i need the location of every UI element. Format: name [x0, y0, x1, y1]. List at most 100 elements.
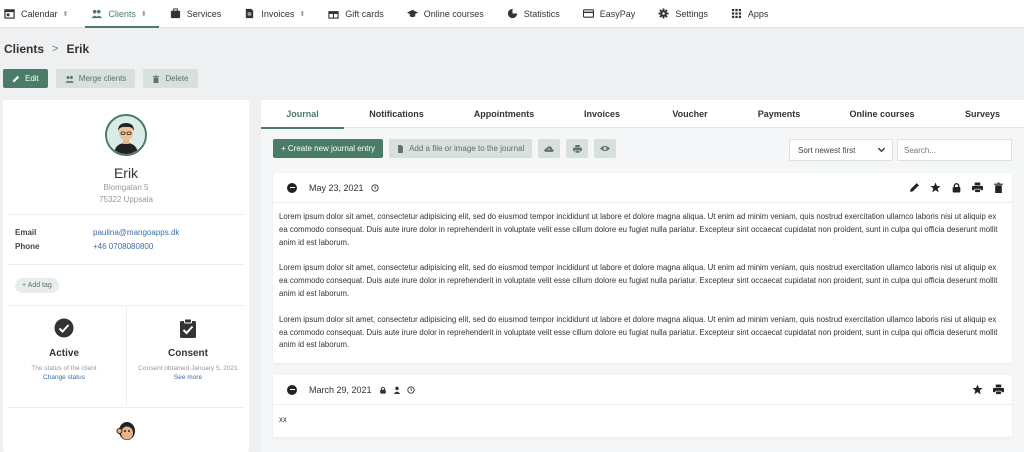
- sort-updown-icon: ⬍: [299, 10, 306, 18]
- nav-label: Calendar: [21, 8, 58, 19]
- print-button[interactable]: [566, 139, 589, 158]
- lock-icon[interactable]: [951, 182, 962, 193]
- sort-value: Sort newest first: [798, 145, 856, 155]
- users-icon: [65, 75, 74, 83]
- lock-icon: [379, 386, 386, 394]
- pencil-icon: [12, 75, 20, 82]
- client-actions: Edit Merge clients Delete: [3, 69, 198, 88]
- nav-calendar[interactable]: Calendar ⬍: [4, 0, 80, 28]
- merge-clients-button[interactable]: Merge clients: [55, 69, 136, 88]
- see-more-link[interactable]: See more: [127, 374, 249, 381]
- mailchimp-icon: [116, 422, 135, 440]
- pie-chart-icon: [507, 8, 517, 19]
- delete-button[interactable]: Delete: [143, 69, 198, 88]
- clients-icon: [91, 9, 103, 19]
- user-icon: [393, 386, 400, 394]
- status-subtitle: The status of the client: [31, 365, 97, 372]
- search-input[interactable]: [897, 139, 1012, 161]
- nav-label: Clients: [108, 8, 136, 19]
- star-icon[interactable]: [930, 182, 941, 193]
- collapse-icon[interactable]: [287, 182, 297, 193]
- nav-clients[interactable]: Clients ⬍: [85, 0, 160, 28]
- clock-icon: [370, 183, 379, 192]
- tab-appointments[interactable]: Appointments: [449, 100, 559, 128]
- entry-header: May 23, 2021: [273, 173, 1012, 203]
- avatar-illustration: [107, 116, 145, 154]
- entry-header: March 29, 2021: [273, 375, 1012, 405]
- breadcrumb: Clients > Erik: [4, 42, 89, 56]
- address-line1: Blomgatan 5: [103, 183, 149, 192]
- nav-label: Settings: [675, 8, 708, 19]
- gift-icon: [328, 11, 339, 19]
- check-circle-icon: [54, 318, 74, 338]
- trash-icon[interactable]: [993, 182, 1004, 193]
- nav-easypay[interactable]: EasyPay: [582, 0, 648, 28]
- create-journal-entry-button[interactable]: + Create new journal entry: [273, 139, 384, 158]
- status-title: Active: [48, 348, 79, 359]
- nav-statistics[interactable]: Statistics: [507, 0, 572, 28]
- entry-actions: [972, 384, 1004, 395]
- tab-surveys[interactable]: Surveys: [941, 100, 1024, 128]
- tab-payments[interactable]: Payments: [735, 100, 823, 128]
- tab-voucher[interactable]: Voucher: [645, 100, 735, 128]
- nav-label: Invoices: [261, 8, 295, 19]
- nav-invoices[interactable]: Invoices ⬍: [244, 0, 317, 28]
- tab-invoices[interactable]: Invoices: [559, 100, 645, 128]
- printer-icon: [572, 144, 582, 153]
- cloud-upload-icon: [544, 145, 554, 152]
- detail-tabs: Journal Notifications Appointments Invoi…: [261, 100, 1024, 129]
- pencil-icon[interactable]: [909, 182, 920, 193]
- journal-entry: May 23, 2021 Lorem ipsum dolor sit amet,…: [273, 173, 1012, 363]
- collapse-icon[interactable]: [287, 384, 297, 395]
- journal-toolbar: + Create new journal entry Add a file or…: [273, 139, 617, 158]
- entry-paragraph: Lorem ipsum dolor sit amet, consectetur …: [279, 314, 998, 350]
- nav-online-courses[interactable]: Online courses: [406, 0, 496, 28]
- phone-label: Phone: [15, 242, 40, 251]
- client-name: Erik: [113, 165, 139, 181]
- upload-cloud-button[interactable]: [538, 139, 561, 158]
- nav-label: Gift cards: [345, 8, 384, 19]
- add-file-label: Add a file or image to the journal: [409, 144, 525, 153]
- star-icon[interactable]: [972, 384, 983, 395]
- tab-journal[interactable]: Journal: [261, 100, 344, 129]
- journal-entry: March 29, 2021 xx: [273, 375, 1012, 437]
- email-label: Email: [15, 228, 37, 237]
- change-status-link[interactable]: Change status: [3, 374, 125, 381]
- invoice-icon: [246, 8, 254, 19]
- breadcrumb-parent[interactable]: Clients: [4, 42, 44, 56]
- nav-label: Online courses: [423, 8, 484, 19]
- entry-date: May 23, 2021: [309, 182, 364, 193]
- preview-button[interactable]: [594, 139, 617, 158]
- edit-label: Edit: [25, 74, 39, 83]
- chevron-right-icon: >: [52, 43, 59, 55]
- tab-notifications[interactable]: Notifications: [344, 100, 449, 128]
- printer-icon[interactable]: [993, 384, 1004, 395]
- divider: [8, 264, 244, 265]
- grid-icon: [731, 8, 741, 19]
- file-icon: [398, 144, 403, 153]
- entry-body: Lorem ipsum dolor sit amet, consectetur …: [279, 211, 1006, 365]
- add-tag-button[interactable]: + Add tag: [15, 278, 59, 293]
- entry-date: March 29, 2021: [309, 384, 372, 395]
- printer-icon[interactable]: [972, 182, 983, 193]
- credit-card-icon: [582, 9, 594, 18]
- nav-apps[interactable]: Apps: [731, 0, 781, 28]
- gear-icon: [658, 8, 669, 19]
- divider: [8, 407, 244, 408]
- email-link[interactable]: paulina@mangoapps.dk: [93, 228, 179, 237]
- tab-online-courses[interactable]: Online courses: [823, 100, 941, 128]
- nav-label: Services: [186, 8, 222, 19]
- nav-settings[interactable]: Settings: [658, 0, 720, 28]
- nav-gift-cards[interactable]: Gift cards: [328, 0, 396, 28]
- edit-button[interactable]: Edit: [3, 69, 48, 88]
- breadcrumb-current: Erik: [66, 42, 90, 56]
- chevron-down-icon: [877, 147, 886, 153]
- add-file-button[interactable]: Add a file or image to the journal: [389, 139, 533, 158]
- trash-icon: [153, 74, 160, 83]
- sort-select[interactable]: Sort newest first: [789, 139, 893, 161]
- nav-label: Statistics: [523, 8, 560, 19]
- phone-link[interactable]: +46 0708080800: [93, 242, 153, 251]
- consent-block: Consent Consent obtained January 5, 2021…: [127, 306, 249, 406]
- status-block: Active The status of the client Change s…: [3, 306, 125, 406]
- nav-services[interactable]: Services: [170, 0, 234, 28]
